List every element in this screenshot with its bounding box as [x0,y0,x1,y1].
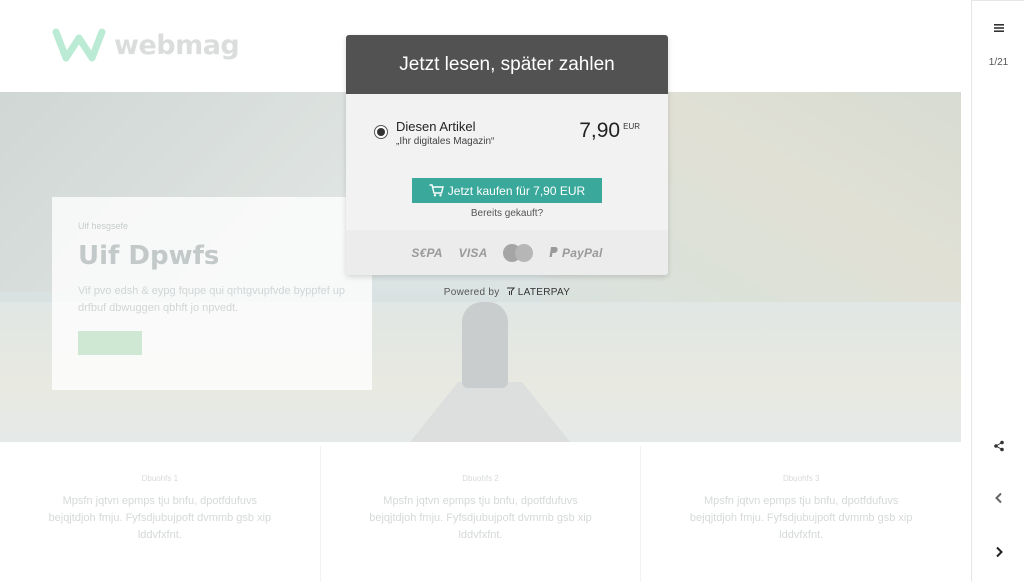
laterpay-icon [506,287,515,295]
powered-by: Powered by LATERPAY [346,287,668,298]
hero-kicker: Uif hesgsefe [78,221,129,231]
site-logo[interactable]: webmag [52,24,240,66]
laterpay-brand[interactable]: LATERPAY [518,287,570,298]
hero-text: Vif pvo edsh & eypg fqupe qui qrhtgvupfv… [78,285,346,314]
purchase-option-radio[interactable] [374,125,388,139]
cart-icon [429,184,444,197]
sepa-logo: S€PA [411,245,443,260]
app-window: webmag Uif hesgsefe Uif Dpwfs Vif pvo ed… [0,0,1024,582]
purchase-option-label: Diesen Artikel [396,119,476,134]
teaser-kicker: Dbuohfs 2 [462,474,499,483]
hero-button[interactable] [78,331,142,355]
hero-card: Uif hesgsefe Uif Dpwfs Vif pvo edsh & ey… [52,197,372,390]
share-button[interactable] [972,439,1024,457]
logo-text: webmag [114,29,240,61]
mastercard-icon [503,243,534,262]
paywall-dialog: Jetzt lesen, später zahlen Diesen Artike… [346,35,668,275]
previous-page-button[interactable] [972,491,1024,509]
teaser-text: Mpsfn jqtvn epmps tju bnfu, dpotfdufuvs … [369,495,592,541]
hero-title: Uif Dpwfs [78,241,220,271]
hero-pier [410,382,570,442]
visa-logo: VISA [458,245,488,260]
hero-person [462,302,508,388]
teaser-column[interactable]: Dbuohfs 2 Mpsfn jqtvn epmps tju bnfu, dp… [321,446,642,582]
purchase-option-price: 7,90 EUR [579,119,640,143]
already-purchased-link[interactable]: Bereits gekauft? [346,208,668,219]
purchase-option-sublabel: „Ihr digitales Magazin“ [396,136,495,147]
chevron-left-icon [994,492,1002,504]
buy-now-label: Jetzt kaufen für 7,90 EUR [447,183,586,198]
page-indicator: 1/21 [988,57,1009,68]
menu-button[interactable] [972,21,1024,39]
paypal-logo: PayPal [549,246,602,260]
next-page-button[interactable] [972,545,1024,563]
teaser-text: Mpsfn jqtvn epmps tju bnfu, dpotfdufuvs … [48,495,272,541]
teaser-column[interactable]: Dbuohfs 3 Mpsfn jqtvn epmps tju bnfu, dp… [641,446,961,582]
paypal-icon [549,246,559,257]
teaser-columns: Dbuohfs 1 Mpsfn jqtvn epmps tju bnfu, dp… [0,446,961,582]
teaser-kicker: Dbuohfs 1 [141,474,179,483]
payment-methods: S€PA VISA PayPal [346,230,668,275]
teaser-text: Mpsfn jqtvn epmps tju bnfu, dpotfdufuvs … [689,495,913,541]
logo-icon [52,28,106,62]
price-currency: EUR [623,122,640,131]
powered-by-label: Powered by [443,287,500,298]
purchase-option-article[interactable]: Diesen Artikel „Ihr digitales Magazin“ 7… [374,119,640,151]
menu-icon [993,24,1004,32]
chevron-right-icon [995,546,1003,558]
paywall-title: Jetzt lesen, später zahlen [346,35,668,94]
teaser-column[interactable]: Dbuohfs 1 Mpsfn jqtvn epmps tju bnfu, dp… [0,446,321,582]
teaser-kicker: Dbuohfs 3 [782,474,820,483]
buy-now-button[interactable]: Jetzt kaufen für 7,90 EUR [412,178,602,203]
share-icon [993,440,1004,452]
paypal-label: PayPal [562,245,603,260]
price-amount: 7,90 [579,119,621,142]
reader-sidebar: 1/21 [971,0,1024,582]
